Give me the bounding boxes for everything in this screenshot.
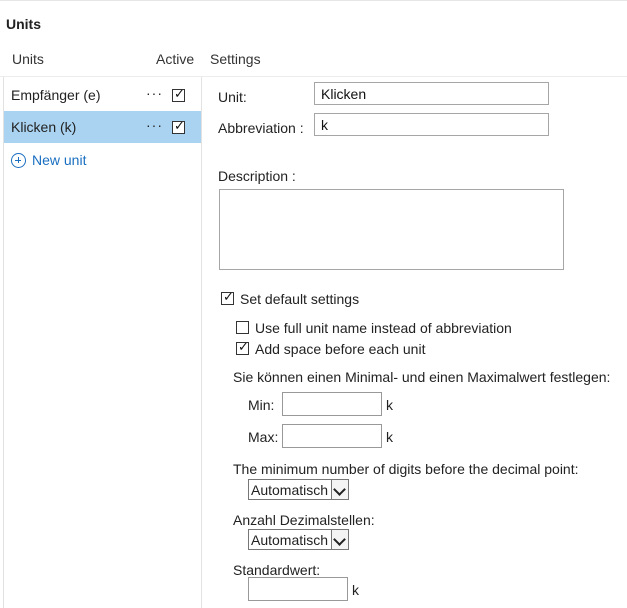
minmax-hint: Sie können einen Minimal- und einen Maxi… (233, 369, 611, 385)
active-checkbox[interactable] (172, 118, 185, 134)
min-digits-select[interactable]: Automatisch (248, 479, 349, 500)
decimals-label: Anzahl Dezimalstellen: (233, 512, 375, 528)
min-digits-label: The minimum number of digits before the … (233, 461, 579, 477)
min-input[interactable] (282, 392, 382, 416)
top-divider (0, 0, 627, 1)
description-label: Description : (218, 168, 296, 184)
unit-row-klicken[interactable]: Klicken (k) ··· (4, 111, 201, 143)
unit-row-label: Klicken (k) (11, 119, 77, 135)
decimals-select[interactable]: Automatisch (248, 529, 349, 550)
column-header-settings: Settings (210, 51, 261, 67)
default-value-label: Standardwert: (233, 562, 321, 578)
default-value-input[interactable] (248, 577, 348, 601)
add-space-label: Add space before each unit (255, 341, 426, 357)
description-textarea[interactable] (219, 189, 564, 270)
unit-row-label: Empfänger (e) (11, 87, 101, 103)
full-name-checkbox[interactable] (236, 321, 249, 334)
min-label: Min: (248, 397, 275, 413)
more-options-icon[interactable]: ··· (146, 85, 163, 101)
abbreviation-input[interactable] (314, 113, 549, 136)
unit-name-input[interactable] (314, 82, 549, 105)
active-checkbox[interactable] (172, 86, 185, 102)
max-unit-suffix: k (386, 429, 393, 445)
max-input[interactable] (282, 424, 382, 448)
default-settings-label: Set default settings (240, 291, 360, 307)
default-settings-checkbox[interactable] (221, 289, 234, 305)
column-header-units: Units (12, 51, 44, 67)
chevron-down-icon (331, 530, 348, 549)
decimals-value: Automatisch (251, 532, 329, 548)
page-title: Units (6, 16, 41, 32)
abbreviation-label: Abbreviation : (218, 120, 304, 136)
new-unit-label: New unit (32, 152, 87, 168)
full-name-label: Use full unit name instead of abbreviati… (255, 320, 512, 336)
new-unit-button[interactable]: New unit (11, 152, 86, 168)
more-options-icon[interactable]: ··· (146, 117, 163, 133)
add-circle-icon (11, 153, 26, 168)
unit-label: Unit: (218, 89, 247, 105)
chevron-down-icon (331, 480, 348, 499)
unit-row-empfaenger[interactable]: Empfänger (e) ··· (4, 79, 201, 111)
column-header-active: Active (156, 51, 195, 67)
default-value-unit-suffix: k (352, 582, 359, 598)
min-unit-suffix: k (386, 397, 393, 413)
add-space-checkbox[interactable] (236, 339, 249, 355)
min-digits-value: Automatisch (251, 482, 329, 498)
max-label: Max: (248, 429, 279, 445)
